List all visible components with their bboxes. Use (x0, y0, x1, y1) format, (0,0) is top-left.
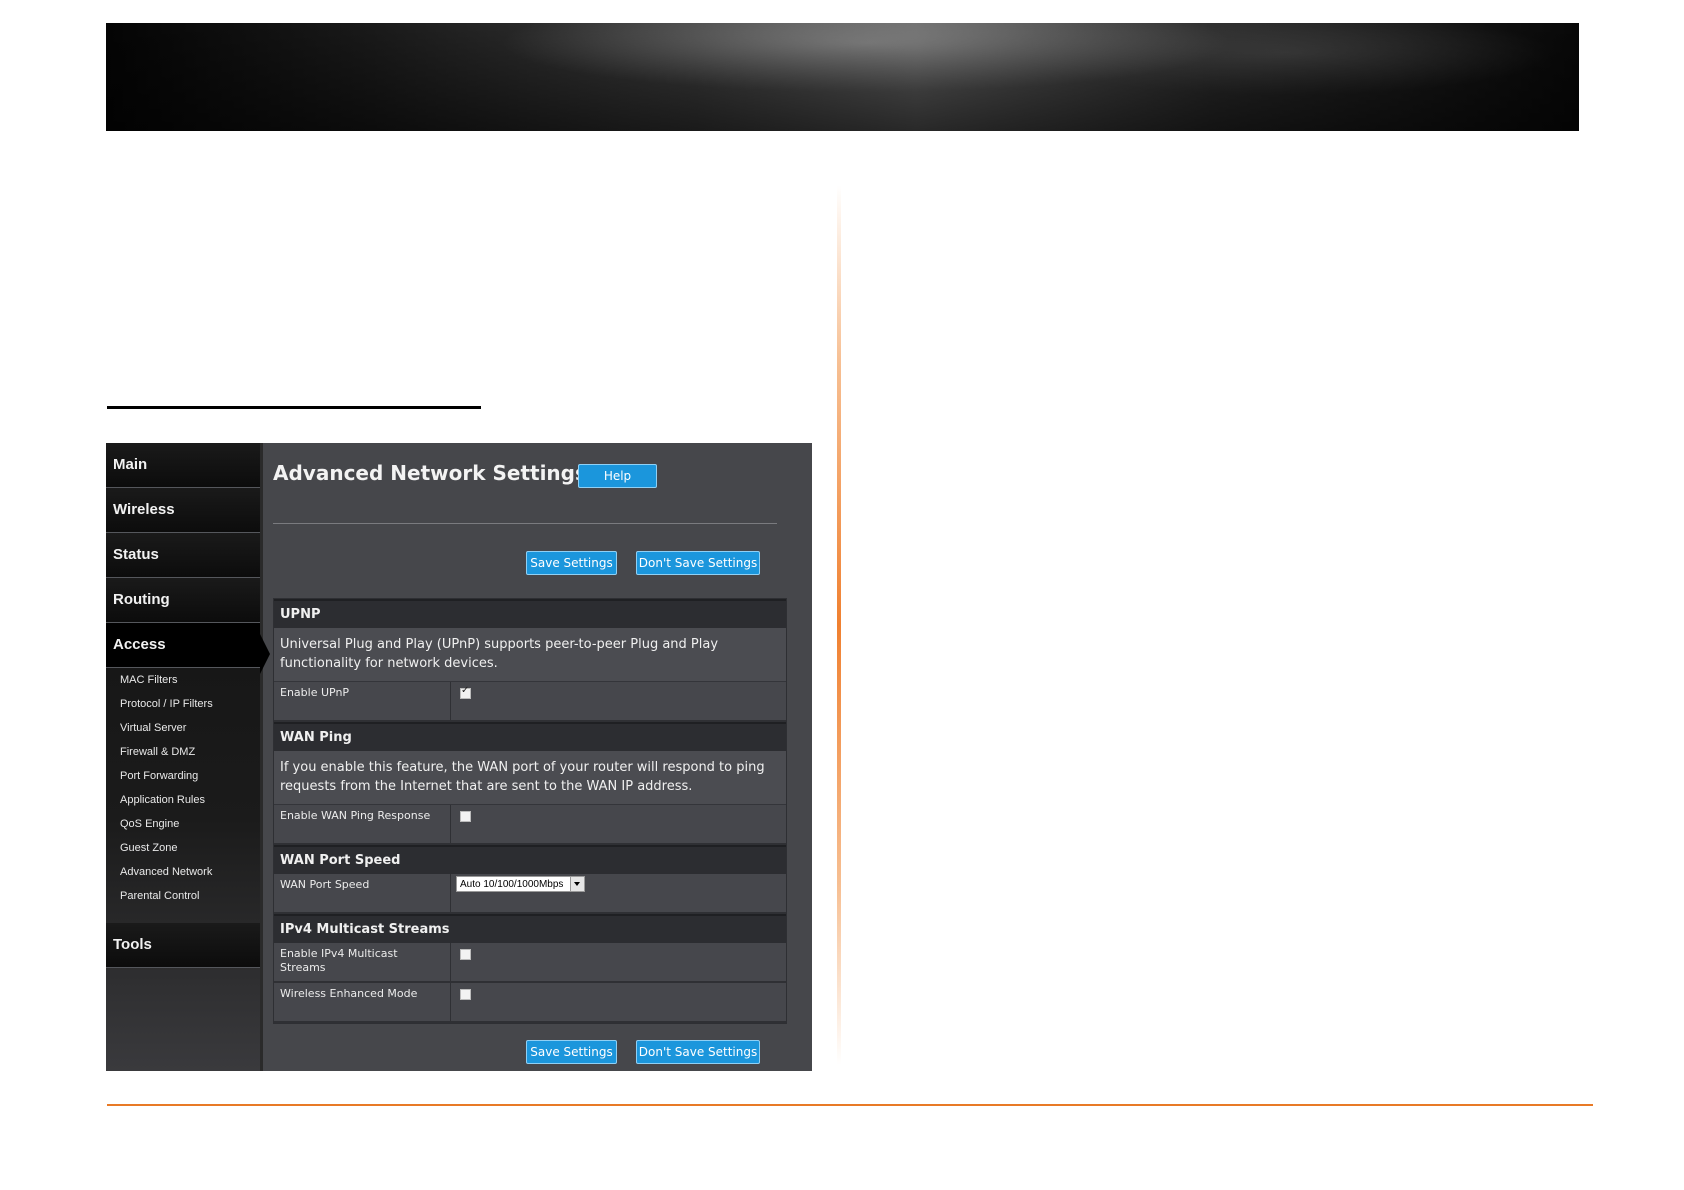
wan-ping-section-header: WAN Ping (274, 722, 786, 751)
dont-save-settings-button-top[interactable]: Don't Save Settings (636, 551, 760, 575)
wan-ping-description: If you enable this feature, the WAN port… (274, 751, 786, 805)
enable-wan-ping-checkbox[interactable] (460, 811, 471, 822)
enable-upnp-row: Enable UPnP (274, 682, 786, 722)
enable-ipv4-multicast-cell (450, 943, 786, 981)
ipv4-multicast-section-header: IPv4 Multicast Streams (274, 914, 786, 943)
submenu-item-parental-control[interactable]: Parental Control (120, 890, 200, 902)
wireless-enhanced-mode-checkbox[interactable] (460, 989, 471, 1000)
column-divider (837, 185, 841, 1065)
sidebar-item-main[interactable]: Main (106, 443, 260, 488)
sidebar-item-routing[interactable]: Routing (106, 578, 260, 623)
chevron-down-icon[interactable] (570, 877, 584, 891)
submenu-item-virtual-server[interactable]: Virtual Server (120, 722, 186, 734)
footer-rule (107, 1104, 1593, 1106)
upnp-section-header: UPNP (274, 599, 786, 628)
sidebar-item-label: Status (113, 546, 159, 563)
enable-wan-ping-cell (450, 805, 786, 843)
sidebar-item-label: Access (113, 636, 166, 653)
sidebar-item-label: Tools (113, 936, 152, 953)
enable-upnp-label: Enable UPnP (280, 686, 350, 699)
sidebar-item-wireless[interactable]: Wireless (106, 488, 260, 533)
upnp-description: Universal Plug and Play (UPnP) supports … (274, 628, 786, 682)
sidebar-item-tools[interactable]: Tools (106, 923, 260, 968)
sidebar: Main Wireless Status Routing Access MAC … (106, 443, 263, 1071)
enable-wan-ping-label: Enable WAN Ping Response (280, 809, 431, 822)
submenu-item-firewall-dmz[interactable]: Firewall & DMZ (120, 746, 195, 758)
save-settings-button-top[interactable]: Save Settings (526, 551, 617, 575)
wan-port-speed-label: WAN Port Speed (280, 878, 370, 891)
help-button[interactable]: Help (578, 464, 657, 488)
enable-ipv4-multicast-checkbox[interactable] (460, 949, 471, 960)
submenu-item-port-forwarding[interactable]: Port Forwarding (120, 770, 198, 782)
submenu-item-application-rules[interactable]: Application Rules (120, 794, 205, 806)
enable-ipv4-multicast-row: Enable IPv4 Multicast Streams (274, 943, 786, 983)
wireless-enhanced-mode-label: Wireless Enhanced Mode (280, 987, 418, 1000)
sidebar-item-label: Wireless (113, 501, 175, 518)
submenu-item-mac-filters[interactable]: MAC Filters (120, 674, 177, 686)
wan-port-speed-select[interactable]: Auto 10/100/1000Mbps (456, 876, 585, 892)
title-separator (273, 523, 777, 524)
enable-upnp-checkbox[interactable] (460, 685, 471, 699)
enable-wan-ping-row: Enable WAN Ping Response (274, 805, 786, 845)
router-screenshot: Main Wireless Status Routing Access MAC … (106, 443, 812, 1071)
dont-save-settings-button-bottom[interactable]: Don't Save Settings (636, 1040, 760, 1064)
section-title-underline (107, 406, 481, 409)
sidebar-item-label: Routing (113, 591, 170, 608)
wan-port-speed-row: WAN Port Speed Auto 10/100/1000Mbps (274, 874, 786, 914)
sidebar-item-status[interactable]: Status (106, 533, 260, 578)
page-title: Advanced Network Settings (273, 461, 587, 485)
enable-ipv4-multicast-label: Enable IPv4 Multicast Streams (280, 947, 398, 974)
sidebar-item-label: Main (113, 456, 148, 473)
header-banner (106, 23, 1579, 131)
settings-panel: UPNP Universal Plug and Play (UPnP) supp… (273, 598, 787, 1024)
wan-port-speed-selected-value: Auto 10/100/1000Mbps (460, 879, 564, 890)
wan-port-speed-cell: Auto 10/100/1000Mbps (450, 874, 786, 912)
save-settings-button-bottom[interactable]: Save Settings (526, 1040, 617, 1064)
wan-port-speed-section-header: WAN Port Speed (274, 845, 786, 874)
enable-upnp-cell (450, 682, 786, 720)
settings-content: Advanced Network Settings Help Save Sett… (263, 443, 812, 1071)
sidebar-item-access[interactable]: Access (106, 623, 260, 668)
wireless-enhanced-mode-cell (450, 983, 786, 1021)
submenu-item-qos-engine[interactable]: QoS Engine (120, 818, 179, 830)
submenu-item-guest-zone[interactable]: Guest Zone (120, 842, 177, 854)
wireless-enhanced-mode-row: Wireless Enhanced Mode (274, 983, 786, 1023)
submenu-item-protocol-ip-filters[interactable]: Protocol / IP Filters (120, 698, 213, 710)
submenu-item-advanced-network[interactable]: Advanced Network (120, 866, 212, 878)
